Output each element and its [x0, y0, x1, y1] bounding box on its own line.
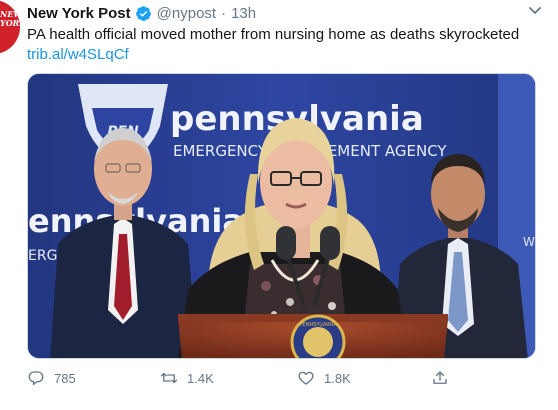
reply-button[interactable]: 785 — [27, 369, 76, 387]
like-count: 1.8K — [324, 370, 351, 386]
share-icon — [433, 371, 447, 384]
tweet-text: PA health official moved mother from nur… — [27, 25, 547, 65]
reply-icon — [28, 371, 44, 386]
tweet-header: New York Post @nypost · 13h — [27, 4, 256, 22]
retweet-count: 1.4K — [187, 370, 214, 386]
avatar[interactable]: NEW YORK — [0, 0, 20, 54]
retweet-button[interactable]: 1.4K — [160, 369, 214, 387]
heart-icon — [298, 371, 314, 385]
seal-text: PENNSYLVANIA — [299, 322, 337, 328]
tweet-body: PA health official moved mother from nur… — [27, 26, 520, 43]
tweet-photo[interactable]: PEN pennsylvania EMERGENCY MANAGEMENT AG… — [27, 73, 536, 359]
avatar-logo-text: NEW YORK — [0, 9, 20, 28]
backdrop-left-sub: ERG — [28, 248, 57, 264]
tweet-link[interactable]: trib.al/w4SLqCf — [27, 45, 547, 65]
podium: PENNSYLVANIA — [178, 314, 448, 358]
retweet-icon — [160, 372, 178, 384]
tweet-actions: 785 1.4K 1.8K — [27, 369, 536, 391]
timestamp[interactable]: 13h — [231, 5, 256, 22]
handle[interactable]: @nypost — [157, 5, 216, 22]
reply-count: 785 — [54, 370, 76, 386]
separator-dot: · — [221, 4, 227, 22]
backdrop-right-letter: W — [523, 235, 535, 249]
display-name[interactable]: New York Post — [27, 5, 131, 22]
share-button[interactable] — [431, 369, 458, 387]
press-conference-photo: PEN pennsylvania EMERGENCY MANAGEMENT AG… — [28, 74, 535, 358]
tweet[interactable]: NEW YORK New York Post @nypost · 13h PA … — [0, 0, 558, 410]
verified-icon — [135, 5, 151, 21]
like-button[interactable]: 1.8K — [297, 369, 351, 387]
chevron-down-icon[interactable] — [528, 6, 542, 16]
